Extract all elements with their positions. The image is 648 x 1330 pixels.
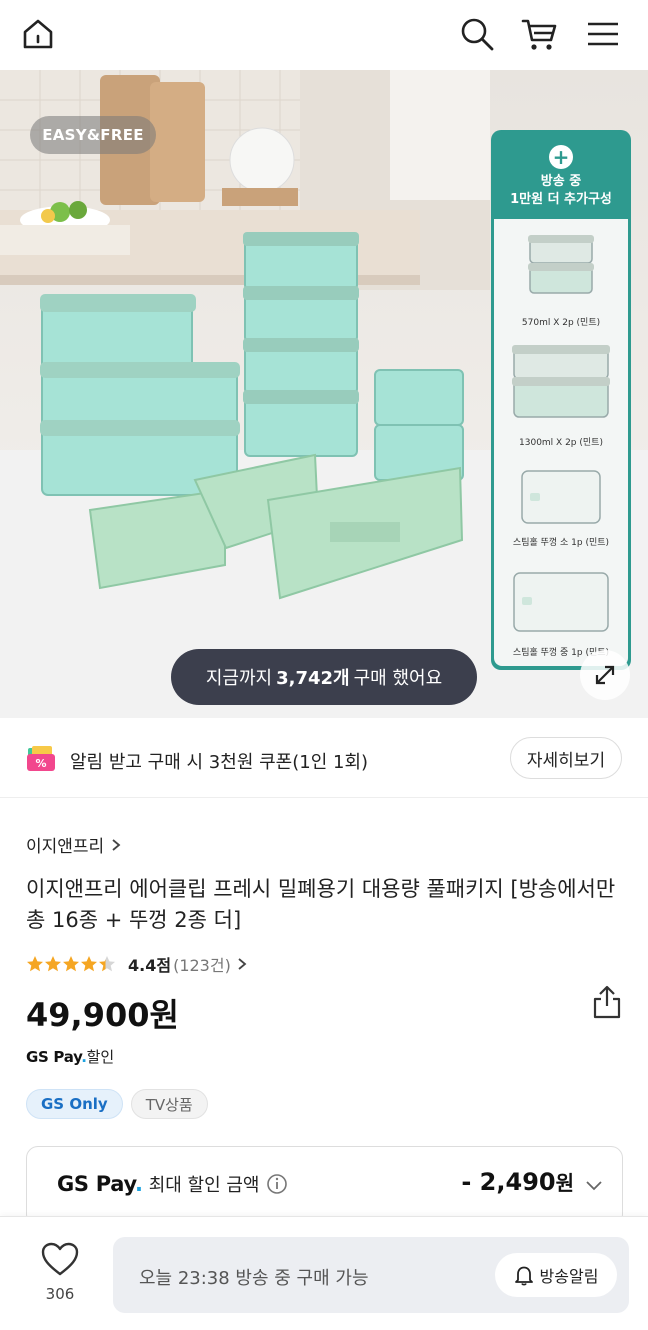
coupon-limit-text: (1인 1회)	[292, 752, 369, 773]
alarm-button-label: 방송알림	[539, 1267, 599, 1286]
review-count: (123건)	[173, 956, 231, 975]
bottom-action-bar: 306 오늘 23:38 방송 중 구매 가능 방송알림	[0, 1216, 648, 1330]
bonus-line1: 방송 중	[540, 174, 582, 189]
bonus-item: 1300ml X 2p (민트)	[494, 335, 628, 455]
product-tags: GS Only TV상품	[26, 1089, 208, 1119]
bonus-panel-header: + 방송 중 1만원 더 추가구성	[494, 133, 628, 219]
share-button[interactable]	[590, 984, 624, 1024]
product-hero-image[interactable]: EASY&FREE + 방송 중 1만원 더 추가구성 570ml X 2p (…	[0, 70, 648, 718]
brand-name: 이지앤프리	[26, 837, 105, 857]
lid-small-image	[521, 470, 601, 524]
gspay-logo-dot: .	[135, 1172, 143, 1196]
bonus-item: 스팀홀 뚜껑 소 1p (민트)	[494, 457, 628, 557]
bought-count: 3,742개	[276, 668, 350, 689]
brand-badge: EASY&FREE	[30, 116, 156, 154]
bonus-item-label: 570ml X 2p (민트)	[521, 318, 601, 328]
bonus-components-panel: + 방송 중 1만원 더 추가구성 570ml X 2p (민트) 1300ml…	[491, 130, 631, 670]
lid-medium-image	[513, 572, 609, 632]
like-count: 306	[45, 1285, 75, 1303]
gspay-logo: GS Pay.	[57, 1172, 143, 1196]
bell-icon	[514, 1266, 533, 1286]
expand-icon	[595, 665, 615, 685]
gspay-suffix: 할인	[86, 1048, 115, 1066]
expand-image-button[interactable]	[580, 650, 630, 700]
tag-tv-product: TV상품	[130, 1089, 208, 1119]
coupon-banner: % 알림 받고 구매 시 3천원 쿠폰(1인 1회) 자세히보기	[0, 718, 648, 798]
heart-icon	[41, 1242, 79, 1276]
status-text: 오늘 23:38 방송 중 구매 가능	[139, 1268, 369, 1289]
max-discount-dropdown[interactable]: GS Pay. 최대 할인 금액 - 2,490원	[26, 1146, 623, 1226]
star-rating	[26, 955, 118, 973]
coupon-icon: %	[27, 746, 55, 771]
max-discount-label: GS Pay. 최대 할인 금액	[57, 1171, 288, 1197]
discount-unit: 원	[555, 1171, 574, 1195]
cart-icon[interactable]	[519, 14, 559, 54]
info-icon[interactable]	[266, 1173, 288, 1195]
container-570ml-image	[528, 235, 594, 294]
bonus-item-label: 1300ml X 2p (민트)	[519, 438, 603, 448]
menu-icon[interactable]	[583, 14, 623, 54]
top-nav-bar	[0, 0, 648, 70]
max-discount-value: - 2,490원	[461, 1167, 574, 1196]
svg-text:%: %	[35, 757, 46, 770]
gspay-discount-note: GS Pay. 할인	[26, 1046, 114, 1067]
gspay-logo-text: GS Pay	[57, 1172, 135, 1196]
brand-link[interactable]: 이지앤프리	[26, 832, 122, 857]
discount-amount: - 2,490	[461, 1168, 556, 1196]
bonus-item: 570ml X 2p (민트)	[494, 219, 628, 331]
chevron-down-icon	[586, 1181, 602, 1191]
bonus-item-label: 스팀홀 뚜껑 소 1p (민트)	[512, 538, 610, 548]
max-discount-text: 최대 할인 금액	[148, 1175, 260, 1196]
coupon-main-text: 알림 받고 구매 시 3천원 쿠폰	[70, 752, 293, 773]
bonus-line2: 1만원 더 추가구성	[510, 192, 612, 207]
plus-icon: +	[549, 145, 573, 169]
coupon-text: 알림 받고 구매 시 3천원 쿠폰(1인 1회)	[70, 748, 368, 774]
broadcast-alarm-button[interactable]: 방송알림	[495, 1253, 617, 1297]
product-title: 이지앤프리 에어클립 프레시 밀폐용기 대용량 풀패키지 [방송에서만 총 16…	[26, 877, 616, 932]
bought-prefix: 지금까지	[205, 668, 273, 689]
product-price: 49,900원	[26, 996, 179, 1034]
rating-score: 4.4점	[128, 956, 172, 975]
bonus-items-list: 570ml X 2p (민트) 1300ml X 2p (민트) 스팀홀 뚜껑 …	[494, 219, 628, 666]
broadcast-purchase-status: 오늘 23:38 방송 중 구매 가능 방송알림	[113, 1237, 629, 1313]
stars-icon	[27, 956, 115, 972]
chevron-right-icon	[238, 958, 247, 970]
rating-summary[interactable]: 4.4점 (123건)	[26, 952, 247, 976]
container-1300ml-image	[512, 345, 610, 418]
coupon-details-button[interactable]: 자세히보기	[510, 737, 622, 779]
tag-gs-only: GS Only	[26, 1089, 123, 1119]
gspay-logo-text: GS Pay	[26, 1048, 82, 1066]
gspay-logo: GS Pay.	[26, 1048, 87, 1066]
bought-suffix: 구매 했어요	[353, 668, 443, 689]
chevron-right-icon	[112, 838, 121, 851]
search-icon[interactable]	[457, 14, 497, 54]
home-icon[interactable]	[18, 14, 58, 54]
share-icon	[593, 985, 621, 1019]
purchase-count-pill: 지금까지 3,742개 구매 했어요	[171, 649, 477, 705]
like-button[interactable]: 306	[30, 1241, 90, 1303]
